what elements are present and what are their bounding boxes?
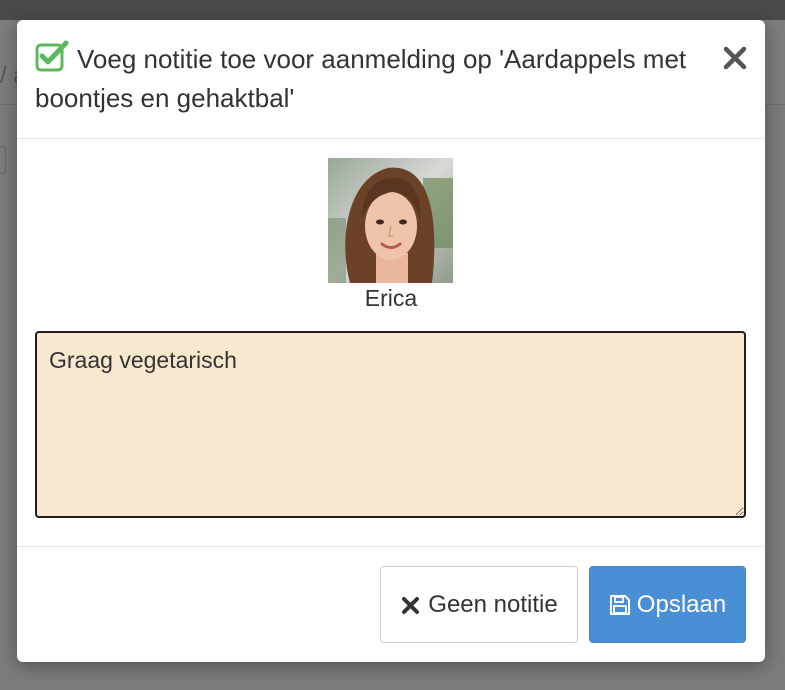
dialog-title: Voeg notitie toe voor aanmelding op 'Aar… xyxy=(35,44,687,113)
note-dialog: Voeg notitie toe voor aanmelding op 'Aar… xyxy=(17,20,765,662)
background-topbar xyxy=(0,0,785,20)
save-button[interactable]: Opslaan xyxy=(589,566,746,643)
avatar xyxy=(328,158,453,283)
user-name: Erica xyxy=(364,285,418,311)
floppy-disk-icon xyxy=(609,594,631,616)
times-icon xyxy=(400,594,422,616)
dialog-body: Erica Graag vegetarisch xyxy=(17,139,765,546)
background-control-edge xyxy=(0,146,6,174)
note-textarea[interactable]: Graag vegetarisch xyxy=(35,331,746,518)
no-note-button[interactable]: Geen notitie xyxy=(380,566,578,643)
dialog-footer: Geen notitie Opslaan xyxy=(17,546,765,662)
close-icon[interactable] xyxy=(721,44,749,72)
save-label: Opslaan xyxy=(636,590,727,618)
no-note-label: Geen notitie xyxy=(428,590,558,618)
dialog-header: Voeg notitie toe voor aanmelding op 'Aar… xyxy=(17,20,765,139)
